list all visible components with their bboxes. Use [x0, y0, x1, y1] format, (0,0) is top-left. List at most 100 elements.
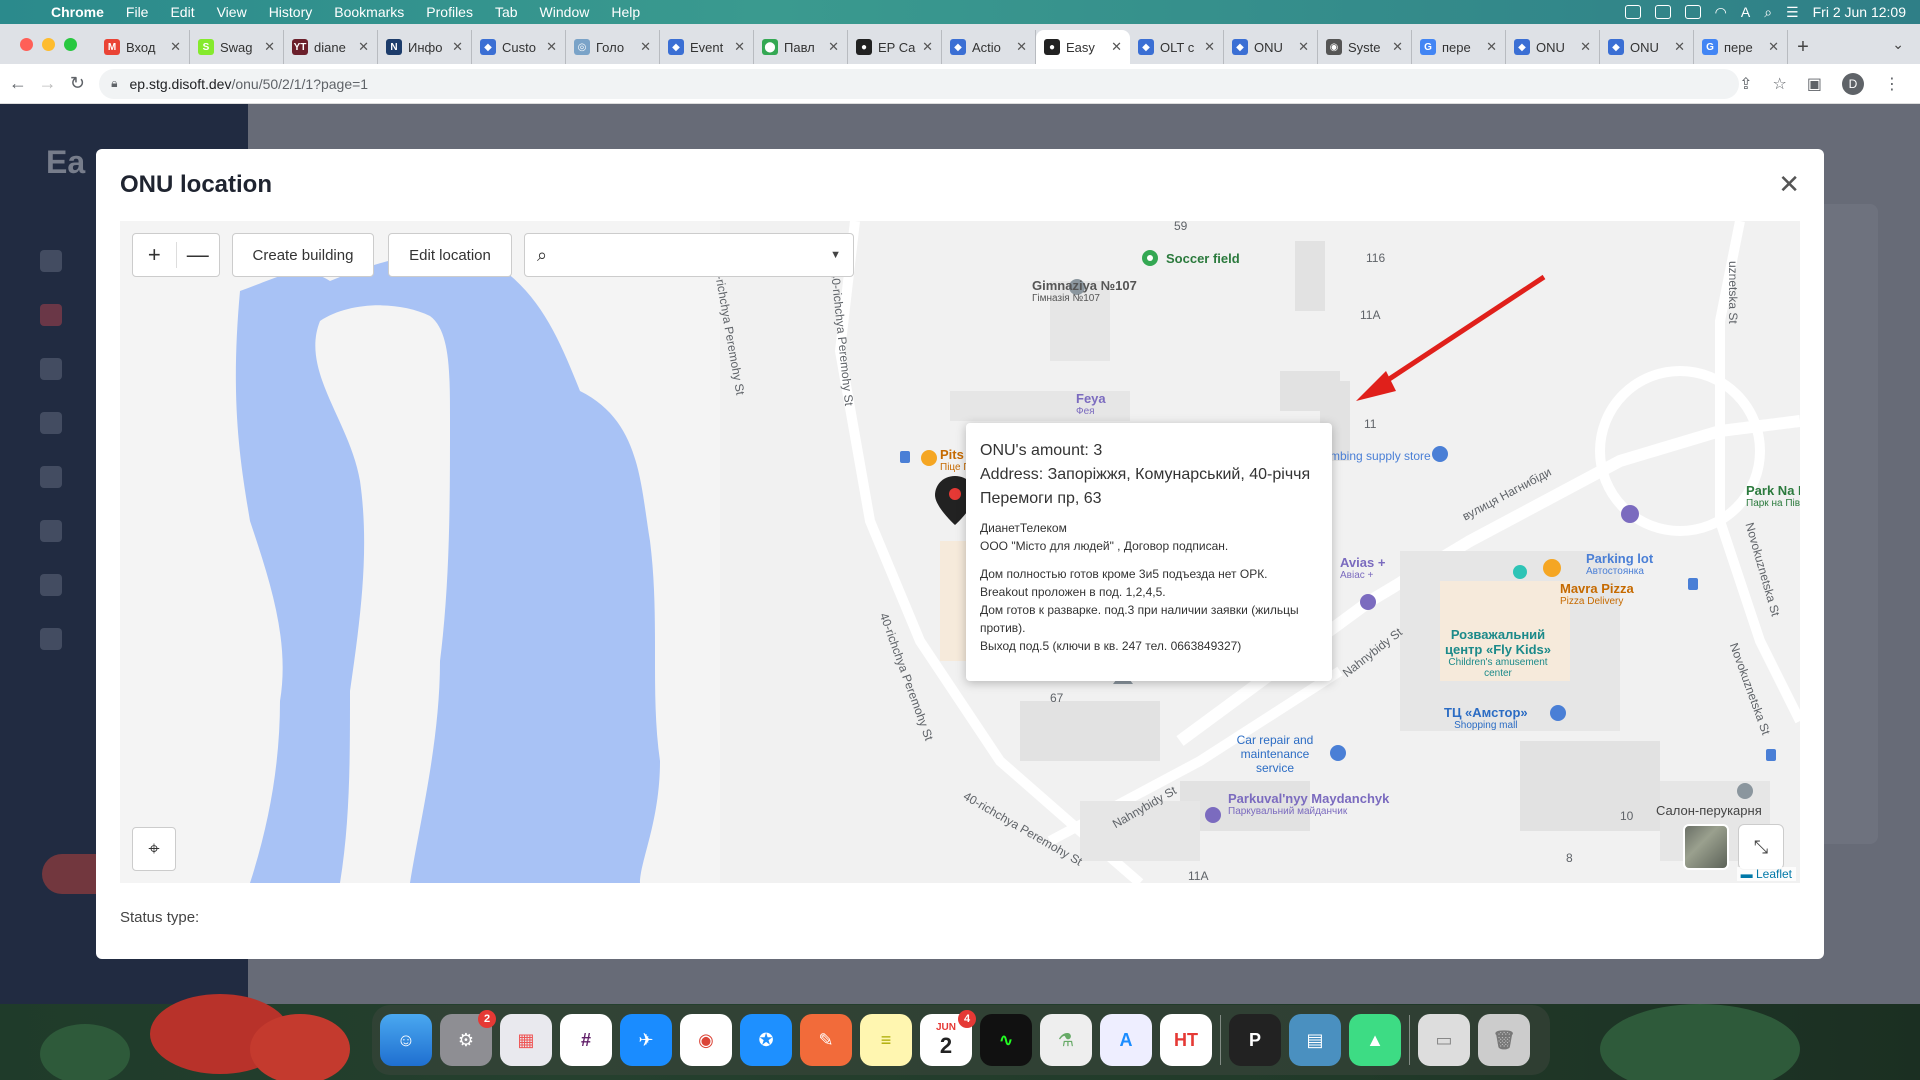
browser-tab[interactable]: ◉ Syste ✕: [1318, 30, 1412, 64]
control-center-icon[interactable]: ☰: [1786, 4, 1799, 21]
browser-tab[interactable]: Gпере ✕: [1412, 30, 1506, 64]
sequel-ace-icon[interactable]: ⚗: [1040, 1014, 1092, 1066]
tab-close-icon[interactable]: ✕: [1111, 39, 1122, 55]
chrome-icon[interactable]: ◉: [680, 1014, 732, 1066]
safari-icon[interactable]: ✪: [740, 1014, 792, 1066]
edit-location-button[interactable]: Edit location: [388, 233, 512, 277]
menubar-clock[interactable]: Fri 2 Jun 12:09: [1813, 4, 1906, 20]
close-window-button[interactable]: [20, 38, 33, 51]
menu-file[interactable]: File: [115, 4, 160, 20]
browser-tab[interactable]: S Swag ✕: [190, 30, 284, 64]
tab-close-icon[interactable]: ✕: [1204, 39, 1215, 55]
menu-history[interactable]: History: [258, 4, 324, 20]
tab-close-icon[interactable]: ✕: [922, 39, 933, 55]
downloads-folder-icon[interactable]: ▭: [1418, 1014, 1470, 1066]
locate-me-button[interactable]: ⌖: [132, 827, 176, 871]
map-poi-parkuval[interactable]: Parkuval'nyy Maydanchyk Паркувальний майд…: [1228, 791, 1389, 817]
attribution-link[interactable]: Leaflet: [1756, 867, 1792, 881]
tab-close-icon[interactable]: ✕: [452, 39, 463, 55]
browser-tab[interactable]: ◆ ONU ✕: [1224, 30, 1318, 64]
tab-close-icon[interactable]: ✕: [1674, 39, 1685, 55]
expand-icon[interactable]: ⤡: [1738, 824, 1784, 870]
map-poi-feya[interactable]: Feya Фея: [1076, 391, 1106, 417]
launchpad-icon[interactable]: ▦: [500, 1014, 552, 1066]
map-poi-car-repair[interactable]: Car repair and maintenance service: [1220, 733, 1330, 775]
map-search-select[interactable]: ⌕ ▼: [524, 233, 854, 277]
notes-icon[interactable]: ≡: [860, 1014, 912, 1066]
map-poi-avias[interactable]: Avias + Авіас +: [1340, 555, 1385, 581]
back-arrow-icon[interactable]: ←: [6, 73, 30, 94]
tab-close-icon[interactable]: ✕: [828, 39, 839, 55]
proxyman-icon[interactable]: P: [1229, 1014, 1281, 1066]
zoom-window-button[interactable]: [64, 38, 77, 51]
tab-close-icon[interactable]: ✕: [1298, 39, 1309, 55]
new-tab-button[interactable]: +: [1788, 30, 1818, 64]
browser-tab[interactable]: Gпере ✕: [1694, 30, 1788, 64]
reload-icon[interactable]: ↻: [65, 73, 89, 94]
paw-icon[interactable]: ✎: [800, 1014, 852, 1066]
browser-tab[interactable]: ◎ Голо ✕: [566, 30, 660, 64]
browser-tab[interactable]: M Вход ✕: [96, 30, 190, 64]
map-container[interactable]: 59 Soccer field Gimnaziya №107 Гімназія №…: [120, 221, 1800, 883]
tab-close-icon[interactable]: ✕: [640, 39, 651, 55]
input-source-icon[interactable]: A: [1741, 4, 1750, 20]
http-toolkit-icon[interactable]: HT: [1160, 1014, 1212, 1066]
tab-close-icon[interactable]: ✕: [1486, 39, 1497, 55]
tab-close-icon[interactable]: ✕: [1392, 39, 1403, 55]
map-search-input[interactable]: [557, 247, 821, 263]
browser-tab[interactable]: ◆ Actio ✕: [942, 30, 1036, 64]
trash-icon[interactable]: 🗑︎: [1478, 1014, 1530, 1066]
browser-tab[interactable]: ◆ ONU ✕: [1600, 30, 1694, 64]
zoom-out-button[interactable]: —: [177, 242, 220, 268]
browser-tab[interactable]: ◆ OLT c ✕: [1130, 30, 1224, 64]
wifi-icon[interactable]: ◠: [1715, 4, 1727, 21]
map-poi-mavra-pizza[interactable]: Mavra Pizza Pizza Delivery: [1560, 581, 1634, 607]
create-building-button[interactable]: Create building: [232, 233, 374, 277]
side-panel-icon[interactable]: ▣: [1807, 74, 1822, 94]
spotlight-search-icon[interactable]: ⌕: [1764, 4, 1772, 21]
tab-close-icon[interactable]: ✕: [264, 39, 275, 55]
preview-icon[interactable]: ▤: [1289, 1014, 1341, 1066]
browser-tab[interactable]: ◆ ONU ✕: [1506, 30, 1600, 64]
tab-close-icon[interactable]: ✕: [546, 39, 557, 55]
menu-edit[interactable]: Edit: [159, 4, 205, 20]
satellite-layer-toggle[interactable]: [1683, 824, 1729, 870]
menu-help[interactable]: Help: [600, 4, 651, 20]
map-poi-amstor[interactable]: ТЦ «Амстор» Shopping mall: [1444, 705, 1528, 731]
map-poi-salon[interactable]: Салон-перукарня: [1656, 803, 1762, 818]
forward-arrow-icon[interactable]: →: [36, 73, 60, 94]
menu-bookmarks[interactable]: Bookmarks: [323, 4, 415, 20]
browser-tab[interactable]: ⬤ Павл ✕: [754, 30, 848, 64]
minimize-window-button[interactable]: [42, 38, 55, 51]
menu-app-name[interactable]: Chrome: [40, 4, 115, 20]
menu-tab[interactable]: Tab: [484, 4, 529, 20]
browser-tab[interactable]: ● Easy ✕: [1036, 30, 1130, 64]
menu-profiles[interactable]: Profiles: [415, 4, 484, 20]
browser-tab[interactable]: ● EP Ca ✕: [848, 30, 942, 64]
bookmark-star-icon[interactable]: ☆: [1773, 74, 1787, 94]
map-poi-plumbing[interactable]: mbing supply store: [1330, 449, 1431, 463]
slack-icon[interactable]: #: [560, 1014, 612, 1066]
tab-close-icon[interactable]: ✕: [170, 39, 181, 55]
map-poi-fly-kids[interactable]: Розважальний центр «Fly Kids» Children's …: [1438, 627, 1558, 679]
chevron-down-icon[interactable]: ▼: [830, 249, 841, 261]
tab-close-icon[interactable]: ✕: [1768, 39, 1779, 55]
browser-tab[interactable]: ◆ Custo ✕: [472, 30, 566, 64]
activity-monitor-icon[interactable]: ∿: [980, 1014, 1032, 1066]
browser-tab[interactable]: N Инфо ✕: [378, 30, 472, 64]
tab-close-icon[interactable]: ✕: [734, 39, 745, 55]
tab-search-chevron-icon[interactable]: ⌄: [1892, 36, 1904, 53]
android-studio-icon[interactable]: ▲: [1349, 1014, 1401, 1066]
tab-close-icon[interactable]: ✕: [358, 39, 369, 55]
status-app-icon[interactable]: [1624, 5, 1641, 19]
testflight-icon[interactable]: ✈: [620, 1014, 672, 1066]
status-app-icon[interactable]: [1684, 5, 1701, 19]
zoom-in-button[interactable]: +: [133, 242, 177, 268]
tab-close-icon[interactable]: ✕: [1016, 39, 1027, 55]
app-store-icon[interactable]: A: [1100, 1014, 1152, 1066]
map-poi-park[interactable]: Park Na PivdennПарк на Півден: [1746, 483, 1800, 509]
map-poi-soccer[interactable]: Soccer field: [1166, 251, 1240, 266]
system-settings-icon[interactable]: ⚙ 2: [440, 1010, 496, 1066]
map-poi-parking[interactable]: Parking lot Автостоянка: [1586, 551, 1653, 577]
address-bar[interactable]: 🔒︎ ep.stg.disoft.dev/onu/50/2/1/1?page=1: [99, 68, 1740, 99]
